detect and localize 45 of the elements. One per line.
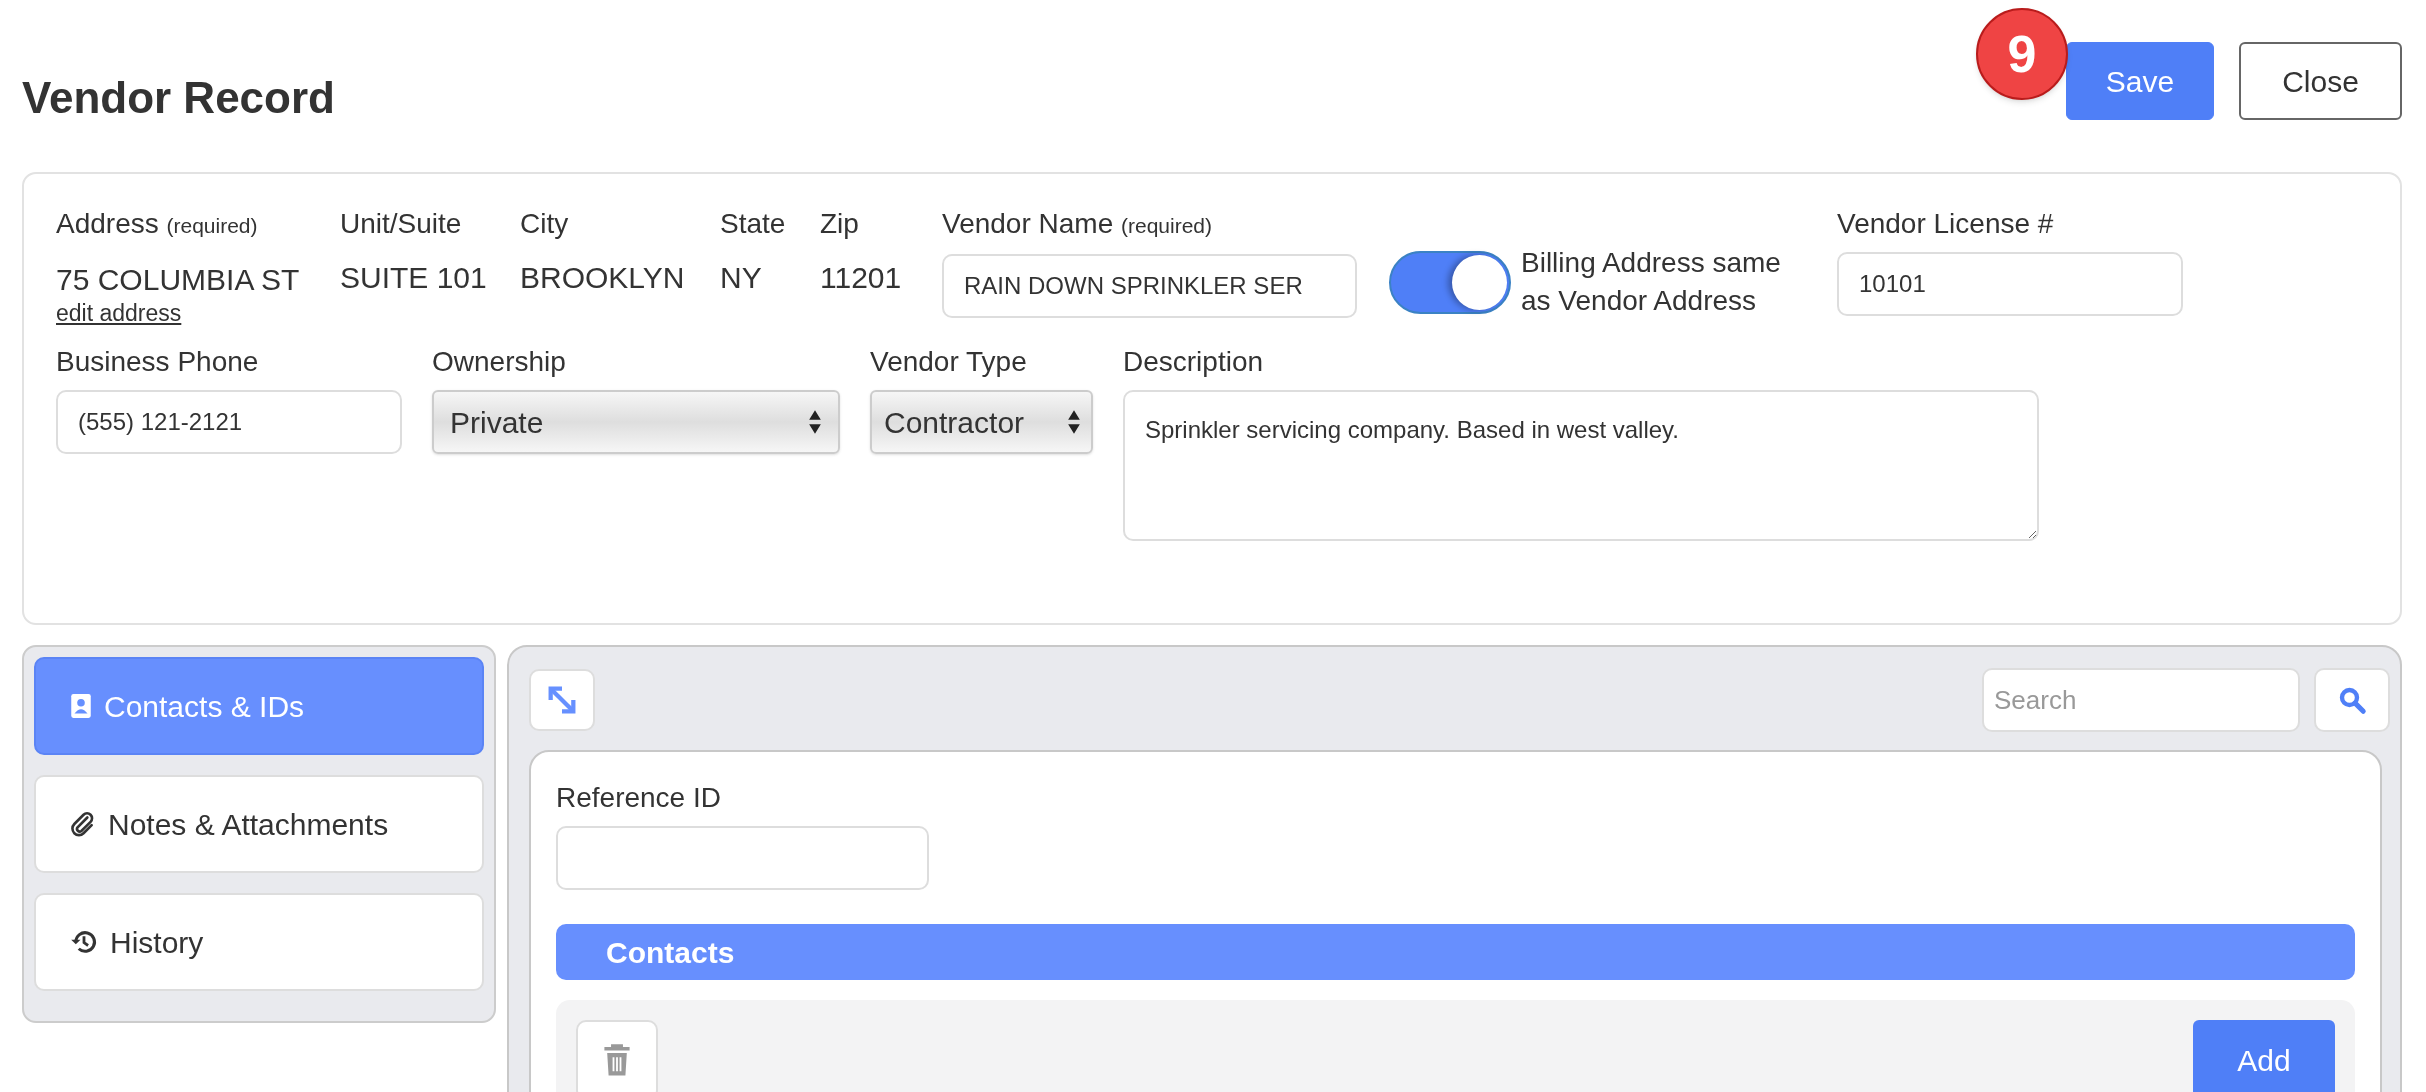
trash-icon xyxy=(603,1043,631,1077)
add-button[interactable]: Add xyxy=(2193,1020,2335,1092)
sidebar-tab[interactable]: History xyxy=(34,893,484,991)
field-label: Business Phone xyxy=(56,345,260,379)
field-value: SUITE 101 xyxy=(340,260,488,296)
step-badge: 9 xyxy=(1976,8,2068,100)
search-icon xyxy=(2337,685,2367,715)
field-label: Vendor Type xyxy=(870,345,1028,379)
sidebar-tab[interactable]: Notes & Attachments xyxy=(34,775,484,873)
field-label: State xyxy=(720,207,787,241)
search-button[interactable] xyxy=(2314,668,2390,732)
vendor-type-select[interactable]: Contractor xyxy=(870,390,1093,454)
field-label: City xyxy=(520,207,570,241)
field-label: Address (required) xyxy=(56,207,259,241)
contact-card-icon xyxy=(70,693,92,719)
close-button[interactable]: Close xyxy=(2239,42,2402,120)
save-button[interactable]: Save xyxy=(2066,42,2214,120)
edit-address-link[interactable]: edit address xyxy=(56,300,182,326)
up-down-arrows-icon xyxy=(1067,408,1081,436)
vendor-license-input[interactable]: 10101 xyxy=(1837,252,2183,316)
ownership-select[interactable]: Private xyxy=(432,390,840,454)
reference-id-input[interactable] xyxy=(556,826,929,890)
phone-input[interactable]: (555) 121-2121 xyxy=(56,390,402,454)
field-label: Zip xyxy=(820,207,860,241)
field-label: Ownership xyxy=(432,345,567,379)
field-value: 75 COLUMBIA ST xyxy=(56,262,301,298)
field-value: NY xyxy=(720,260,763,296)
vendor-name-input[interactable]: RAIN DOWN SPRINKLER SER xyxy=(942,254,1357,318)
field-value: BROOKLYN xyxy=(520,260,686,296)
description-textarea[interactable]: Sprinkler servicing company. Based in west valley. xyxy=(1123,390,2039,541)
expand-button[interactable] xyxy=(529,669,595,731)
toggle-label: Billing Address same as Vendor Address xyxy=(1521,246,1782,318)
field-value: 11201 xyxy=(820,260,903,296)
field-label: Unit/Suite xyxy=(340,207,463,241)
search-field[interactable]: Search xyxy=(1982,668,2300,732)
field-label: Reference ID xyxy=(556,781,722,815)
field-label: Vendor Name (required) xyxy=(942,207,1214,241)
page-title: Vendor Record xyxy=(22,72,335,124)
field-label: Description xyxy=(1123,345,1265,379)
delete-button[interactable] xyxy=(576,1020,658,1092)
field-label: Vendor License # xyxy=(1837,207,2055,241)
section-header: Contacts xyxy=(556,924,2355,980)
paperclip-icon xyxy=(70,811,96,837)
history-icon xyxy=(70,928,98,956)
up-down-arrows-icon xyxy=(808,408,822,436)
